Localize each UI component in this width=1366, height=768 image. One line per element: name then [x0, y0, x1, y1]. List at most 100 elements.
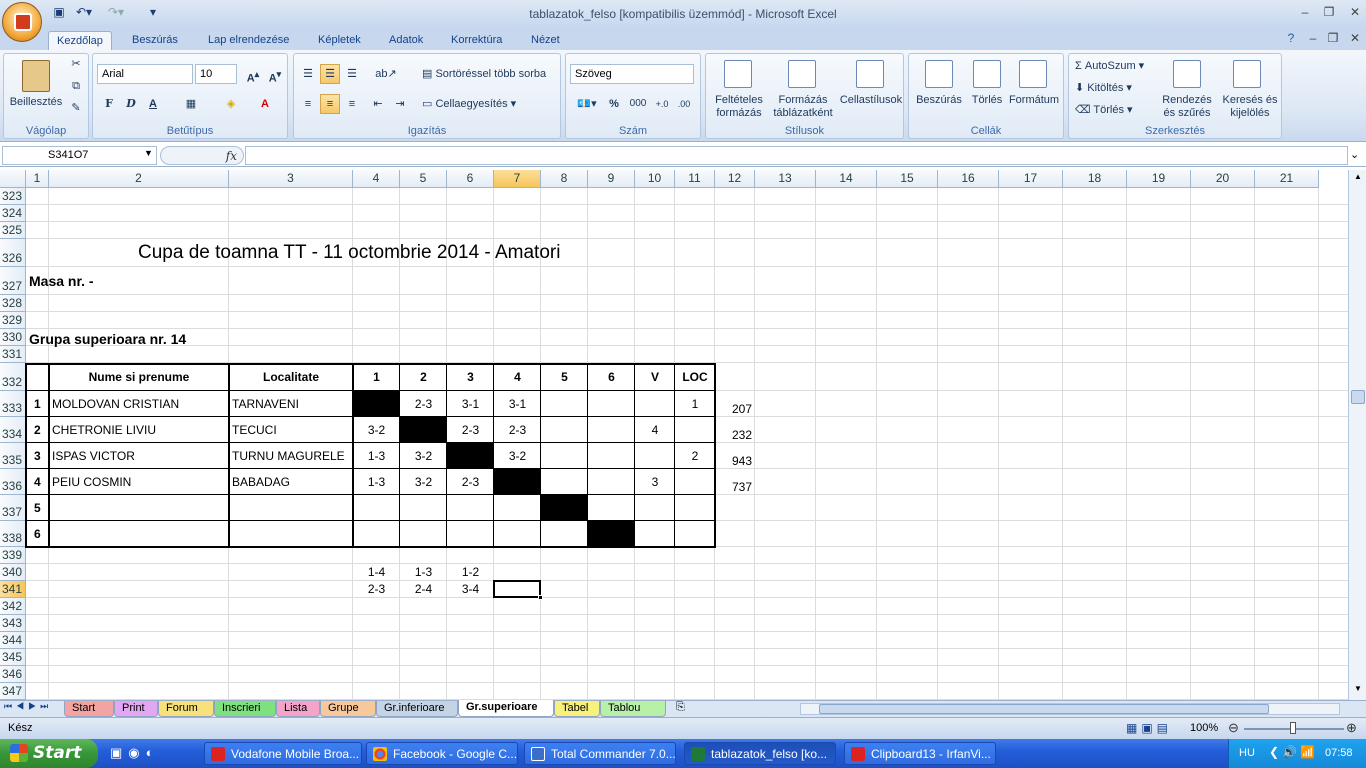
- result-cell[interactable]: [353, 521, 400, 547]
- row-header[interactable]: 340: [0, 564, 26, 581]
- sheet-nav-icons[interactable]: ⏮◀▶⏭: [4, 701, 52, 712]
- table-header[interactable]: 5: [541, 363, 588, 391]
- row-header[interactable]: 343: [0, 615, 26, 632]
- result-cell[interactable]: [541, 521, 588, 547]
- table-header[interactable]: 4: [494, 363, 541, 391]
- table-header[interactable]: 3: [447, 363, 494, 391]
- column-header[interactable]: 8: [541, 170, 588, 188]
- tab-nezet[interactable]: Nézet: [523, 31, 568, 51]
- expand-formula-icon[interactable]: ⌄: [1350, 148, 1359, 161]
- row-header[interactable]: 347: [0, 683, 26, 700]
- table-header[interactable]: Localitate: [229, 363, 353, 391]
- result-cell[interactable]: [588, 417, 635, 443]
- orientation-icon[interactable]: ab↗: [372, 64, 400, 84]
- result-cell[interactable]: 3-2: [353, 417, 400, 443]
- result-cell[interactable]: 3-2: [400, 443, 447, 469]
- column-header[interactable]: 9: [588, 170, 635, 188]
- result-cell[interactable]: [635, 495, 675, 521]
- player-city[interactable]: TARNAVENI: [229, 391, 353, 417]
- paste-icon[interactable]: [22, 60, 50, 92]
- column-header[interactable]: 18: [1063, 170, 1127, 188]
- result-cell[interactable]: [675, 469, 715, 495]
- row-header[interactable]: 341: [0, 581, 26, 598]
- font-color-icon[interactable]: A: [255, 94, 275, 114]
- increase-decimal-icon[interactable]: +.0: [652, 94, 672, 114]
- thousands-button[interactable]: 000: [626, 94, 650, 114]
- player-name[interactable]: MOLDOVAN CRISTIAN: [49, 391, 229, 417]
- row-header[interactable]: 323: [0, 188, 26, 205]
- autosum-button[interactable]: Σ AutoSzum ▾: [1075, 60, 1165, 73]
- player-number[interactable]: 1: [26, 391, 49, 417]
- zoom-level[interactable]: 100%: [1190, 722, 1218, 734]
- fill-color-icon[interactable]: ◈: [221, 94, 241, 114]
- wrap-text-button[interactable]: ▤ Sortöréssel több sorba: [422, 68, 562, 81]
- name-box[interactable]: S341O7: [2, 146, 157, 165]
- align-right-icon[interactable]: ≡: [342, 94, 362, 114]
- zoom-in-icon[interactable]: ⊕: [1346, 720, 1357, 736]
- formula-input[interactable]: [245, 146, 1348, 165]
- row-header[interactable]: 333: [0, 391, 26, 417]
- font-size-combo[interactable]: 10: [195, 64, 237, 84]
- result-cell[interactable]: [447, 521, 494, 547]
- result-cell[interactable]: 1-3: [353, 469, 400, 495]
- tab-kepletek[interactable]: Képletek: [310, 31, 369, 51]
- player-name[interactable]: [49, 521, 229, 547]
- worksheet-grid[interactable]: 1 2 3 4 5 6 7 8 9 10 11 12 13 14 15 16 17 18 19 20 21 323 324 3…: [0, 170, 1348, 700]
- tab-korrektura[interactable]: Korrektúra: [443, 31, 510, 51]
- column-header[interactable]: 1: [26, 170, 49, 188]
- table-header[interactable]: [26, 363, 49, 391]
- result-cell[interactable]: 3-2: [494, 443, 541, 469]
- result-cell[interactable]: [675, 495, 715, 521]
- result-cell[interactable]: [635, 443, 675, 469]
- row-header[interactable]: 331: [0, 346, 26, 363]
- taskbar-item-vodafone[interactable]: Vodafone Mobile Broa...: [204, 742, 362, 765]
- extra-value[interactable]: 943: [715, 443, 755, 469]
- sort-filter-button[interactable]: Rendezés és szűrés: [1157, 94, 1217, 120]
- pairing-cell[interactable]: 2-3: [353, 581, 400, 598]
- format-painter-icon[interactable]: ✎: [68, 102, 84, 115]
- select-all-corner[interactable]: [0, 170, 26, 188]
- result-cell[interactable]: [588, 469, 635, 495]
- row-header[interactable]: 339: [0, 547, 26, 564]
- pairing-cell[interactable]: 1-2: [447, 564, 494, 581]
- result-cell[interactable]: 2-3: [447, 469, 494, 495]
- player-city[interactable]: TECUCI: [229, 417, 353, 443]
- tray-icons[interactable]: ❮🔊📶: [1269, 745, 1318, 759]
- taskbar-item-total-commander[interactable]: Total Commander 7.0...: [524, 742, 676, 765]
- sheet-title[interactable]: Cupa de toamna TT - 11 octombrie 2014 - …: [138, 239, 560, 267]
- column-header[interactable]: 7: [494, 170, 541, 188]
- sheet-tab-lista[interactable]: Lista: [276, 701, 320, 717]
- taskbar-item-irfanview[interactable]: Clipboard13 - IrfanVi...: [844, 742, 996, 765]
- sheet-tab-gr-superioare[interactable]: Gr.superioare: [458, 700, 554, 717]
- column-header[interactable]: 13: [755, 170, 816, 188]
- table-header[interactable]: 2: [400, 363, 447, 391]
- minimize-icon[interactable]: ‒: [1296, 5, 1314, 19]
- doc-restore-icon[interactable]: ❐: [1324, 31, 1342, 45]
- result-cell[interactable]: 2-3: [400, 391, 447, 417]
- active-cell[interactable]: [493, 580, 541, 598]
- taskbar-item-excel[interactable]: tablazatok_felso [ko...: [684, 742, 836, 765]
- column-header[interactable]: 14: [816, 170, 877, 188]
- decrease-decimal-icon[interactable]: .00: [674, 94, 694, 114]
- doc-close-icon[interactable]: ✕: [1346, 31, 1364, 45]
- result-cell[interactable]: [635, 391, 675, 417]
- office-button[interactable]: [2, 2, 42, 42]
- sheet-tab-print[interactable]: Print: [114, 701, 158, 717]
- result-cell[interactable]: 3-2: [400, 469, 447, 495]
- grow-font-icon[interactable]: A▴: [243, 64, 263, 85]
- taskbar-item-facebook[interactable]: Facebook - Google C...: [366, 742, 518, 765]
- result-cell[interactable]: 2-3: [494, 417, 541, 443]
- insert-sheet-icon[interactable]: ⎘: [676, 701, 685, 714]
- column-header[interactable]: 21: [1255, 170, 1319, 188]
- player-name[interactable]: [49, 495, 229, 521]
- pairing-cell[interactable]: 1-3: [400, 564, 447, 581]
- row-header[interactable]: 327: [0, 267, 26, 295]
- column-header[interactable]: 4: [353, 170, 400, 188]
- language-indicator[interactable]: HU: [1239, 747, 1255, 759]
- row-header[interactable]: 324: [0, 205, 26, 222]
- help-icon[interactable]: ?: [1282, 31, 1300, 45]
- player-city[interactable]: BABADAG: [229, 469, 353, 495]
- row-header[interactable]: 334: [0, 417, 26, 443]
- zoom-slider-thumb[interactable]: [1290, 722, 1296, 734]
- close-icon[interactable]: ✕: [1346, 5, 1364, 19]
